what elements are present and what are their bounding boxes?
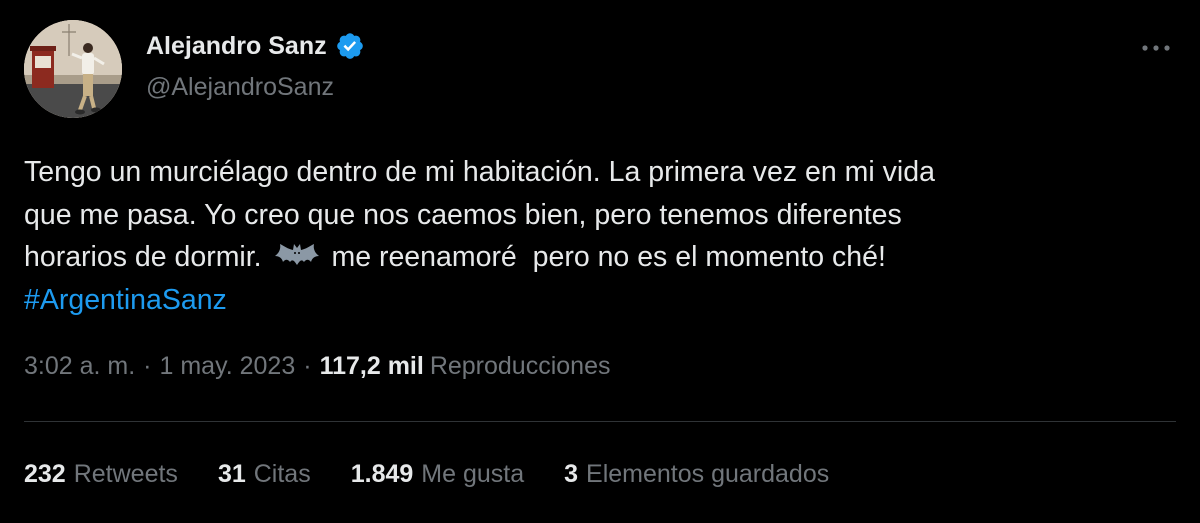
more-dots-icon <box>1142 45 1170 51</box>
tweet-text-line-3-start: horarios de dormir. <box>24 241 262 273</box>
meta-separator: · <box>143 352 152 380</box>
bookmarks-stat[interactable]: 3 Elementos guardados <box>564 460 829 489</box>
retweets-count: 232 <box>24 460 66 488</box>
meta-separator: · <box>303 352 312 380</box>
tweet-text: Tengo un murciélago dentro de mi habitac… <box>24 151 1164 321</box>
hashtag-link[interactable]: #ArgentinaSanz <box>24 284 227 316</box>
tweet-text-line-3-end: me reenamoré pero no es el momento ché! <box>331 241 886 273</box>
quotes-count: 31 <box>217 460 246 488</box>
more-options-button[interactable] <box>1128 26 1184 70</box>
avatar[interactable] <box>24 20 122 118</box>
retweets-label: Retweets <box>73 460 178 488</box>
bat-emoji-icon <box>274 239 320 265</box>
avatar-photo <box>24 20 122 118</box>
views-count: 117,2 mil <box>319 352 424 380</box>
tweet-text-line-2: que me pasa. Yo creo que nos caemos bien… <box>24 198 902 231</box>
quotes-label: Citas <box>253 460 311 488</box>
quotes-stat[interactable]: 31 Citas <box>218 460 311 489</box>
bookmarks-count: 3 <box>564 460 579 488</box>
verified-badge-icon[interactable] <box>335 31 365 61</box>
likes-count: 1.849 <box>350 460 414 488</box>
author-name-row: Alejandro Sanz <box>146 31 365 61</box>
divider <box>24 421 1176 422</box>
retweets-stat[interactable]: 232 Retweets <box>24 460 178 489</box>
author-display-name[interactable]: Alejandro Sanz <box>146 32 327 61</box>
tweet-time[interactable]: 3:02 a. m. <box>24 352 135 381</box>
tweet-text-line-1: Tengo un murciélago dentro de mi habitac… <box>24 156 935 188</box>
likes-stat[interactable]: 1.849 Me gusta <box>351 460 524 489</box>
tweet-meta: 3:02 a. m. · 1 may. 2023 · 117,2 mil Rep… <box>24 352 610 381</box>
views-label: Reproducciones <box>429 352 611 380</box>
tweet-date[interactable]: 1 may. 2023 <box>160 352 296 381</box>
author-handle[interactable]: @AlejandroSanz <box>146 73 334 102</box>
likes-label: Me gusta <box>421 460 525 488</box>
bookmarks-label: Elementos guardados <box>586 460 830 488</box>
tweet-stats: 232 Retweets 31 Citas 1.849 Me gusta 3 Eleme… <box>24 460 869 489</box>
tweet-card: Alejandro Sanz @AlejandroSanz Tengo un m… <box>0 0 1200 523</box>
